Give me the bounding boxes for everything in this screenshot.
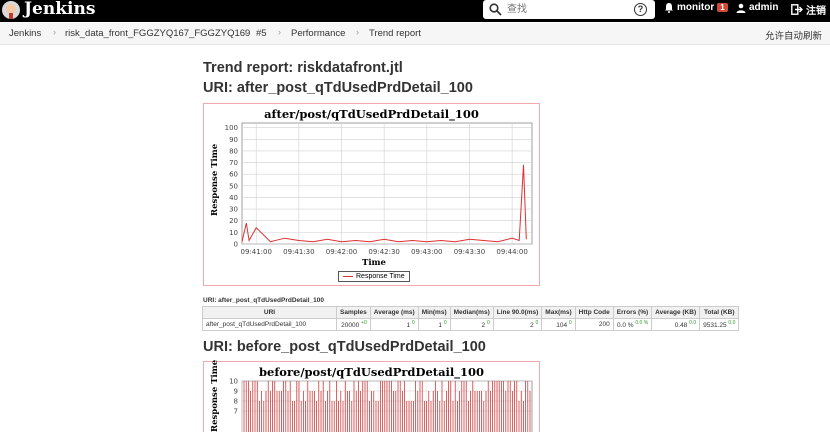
- y-tick-label: 10: [229, 229, 238, 237]
- help-icon[interactable]: ?: [634, 3, 647, 16]
- breadcrumb-trend-report[interactable]: Trend report: [369, 28, 421, 39]
- breadcrumb-jenkins[interactable]: Jenkins: [9, 28, 41, 39]
- y-tick-label: 90: [229, 136, 238, 144]
- cell-errors: 0.0 % 0.0 %: [612, 318, 653, 331]
- jenkins-logo[interactable]: [2, 1, 20, 19]
- cell-avg-kb: 0.48 0.0: [651, 318, 701, 331]
- search-box: ?: [483, 0, 655, 19]
- top-bar: Jenkins ? monitor 1 admin 注销: [0, 0, 830, 22]
- column-header[interactable]: URI: [202, 306, 337, 319]
- monitor-label: monitor: [677, 2, 715, 13]
- cell-max: 104 0: [541, 318, 576, 331]
- y-tick-label: 0: [234, 241, 238, 249]
- y-tick-label: 20: [229, 217, 238, 225]
- breadcrumb-separator: ›: [356, 27, 359, 37]
- user-button[interactable]: admin: [736, 2, 778, 13]
- y-tick-label: 40: [229, 194, 238, 202]
- stats-title: URI: after_post_qTdUsedPrdDetail_100: [203, 297, 325, 304]
- cell-average: 1 0: [369, 318, 419, 331]
- column-header[interactable]: Total (KB): [699, 306, 740, 319]
- x-tick-label: 09:42:30: [368, 248, 399, 256]
- search-input[interactable]: [507, 2, 627, 16]
- plot-area: [241, 122, 533, 245]
- y-tick-label: 70: [229, 159, 238, 167]
- logout-label: 注销: [806, 6, 826, 17]
- breadcrumb-separator: ›: [244, 27, 247, 37]
- logout-button[interactable]: 注销: [791, 2, 826, 17]
- search-icon: [489, 3, 502, 16]
- legend-line: [343, 276, 353, 277]
- table-row: after_post_qTdUsedPrdDetail_100 20000 +0…: [202, 318, 740, 331]
- column-header[interactable]: Line 90.0(ms): [492, 306, 543, 319]
- notification-badge: 1: [717, 3, 728, 12]
- breadcrumb-separator: ›: [53, 27, 56, 37]
- y-tick-label: 60: [229, 171, 238, 179]
- column-header[interactable]: Average (ms): [369, 306, 419, 319]
- user-name: admin: [749, 2, 779, 13]
- section-title-before: URI: before_post_qTdUsedPrdDetail_100: [203, 339, 486, 355]
- y-tick-label: 8: [234, 398, 238, 406]
- auto-refresh-link[interactable]: 允许自动刷新: [765, 28, 822, 42]
- table-header-row: URI Samples Average (ms) Min(ms) Median(…: [202, 306, 740, 319]
- legend-label: Response Time: [356, 273, 405, 280]
- chart-before: before/post/qTdUsedPrdDetail_100 Respons…: [203, 360, 540, 432]
- y-tick-label: 9: [234, 388, 238, 396]
- column-header[interactable]: Http Code: [574, 306, 614, 319]
- breadcrumb: Jenkins › risk_data_front_FGGZYQ167_FGGZ…: [0, 23, 830, 45]
- column-header[interactable]: Max(ms): [541, 306, 576, 319]
- breadcrumb-job[interactable]: risk_data_front_FGGZYQ167_FGGZYQ169: [65, 28, 250, 39]
- notifications-button[interactable]: monitor 1: [664, 2, 728, 13]
- breadcrumb-build[interactable]: #5: [256, 28, 267, 39]
- x-tick-label: 09:42:00: [326, 248, 357, 256]
- breadcrumb-performance[interactable]: Performance: [291, 28, 345, 39]
- x-tick-label: 09:41:00: [240, 248, 271, 256]
- column-header[interactable]: Min(ms): [417, 306, 451, 319]
- cell-median: 2 0: [449, 318, 494, 331]
- brand-link[interactable]: Jenkins: [24, 0, 95, 19]
- cell-total-kb: 9531.25 0.0: [699, 318, 740, 331]
- chart-after: after/post/qTdUsedPrdDetail_100 Response…: [203, 103, 540, 286]
- column-header[interactable]: Errors (%): [612, 306, 653, 319]
- x-tick-label: 09:43:30: [454, 248, 485, 256]
- x-tick-label: 09:41:30: [283, 248, 314, 256]
- breadcrumb-separator: ›: [278, 27, 281, 37]
- cell-line90: 2 0: [492, 318, 543, 331]
- cell-samples: 20000 +0: [336, 318, 371, 331]
- y-tick-label: 30: [229, 206, 238, 214]
- column-header[interactable]: Samples: [336, 306, 371, 319]
- chart-legend: Response Time: [338, 271, 410, 282]
- y-tick-label: 10: [229, 378, 238, 386]
- x-tick-label: 09:43:00: [411, 248, 442, 256]
- page-title: Trend report: riskdatafront.jtl: [203, 60, 403, 76]
- cell-min: 1 0: [417, 318, 451, 331]
- bell-icon: [665, 3, 673, 13]
- column-header[interactable]: Average (KB): [651, 306, 701, 319]
- y-tick-label: 7: [234, 408, 238, 416]
- y-tick-label: 50: [229, 182, 238, 190]
- stats-table: URI Samples Average (ms) Min(ms) Median(…: [202, 306, 740, 331]
- section-title-after: URI: after_post_qTdUsedPrdDetail_100: [203, 80, 473, 96]
- logout-icon: [791, 4, 803, 15]
- chart-plot: 7 8 9 10: [229, 378, 533, 432]
- cell-http-code: 200: [574, 318, 614, 331]
- column-header[interactable]: Median(ms): [449, 306, 494, 319]
- y-tick-label: 80: [229, 147, 238, 155]
- user-icon: [736, 3, 746, 13]
- x-tick-label: 09:44:00: [496, 248, 527, 256]
- x-axis-label: Time: [362, 258, 386, 268]
- y-tick-label: 100: [225, 124, 238, 132]
- cell-uri: after_post_qTdUsedPrdDetail_100: [202, 318, 337, 331]
